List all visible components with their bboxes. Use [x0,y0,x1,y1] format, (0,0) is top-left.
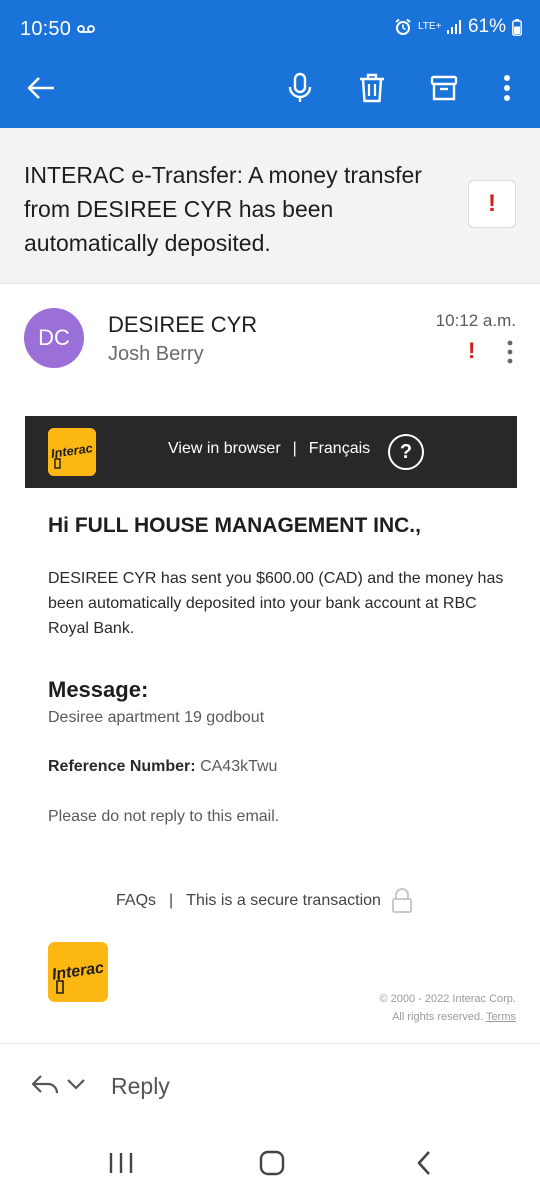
avatar[interactable]: DC [24,308,84,368]
back-chevron-icon [417,1151,430,1175]
dictate-button[interactable] [278,66,322,110]
view-in-browser-link[interactable]: View in browser [168,440,281,458]
message-more-button[interactable] [498,338,522,366]
secure-transaction-text: This is a secure transaction [186,892,381,909]
app-header: 10:50 LTE+ 61% [0,0,540,128]
faqs-link[interactable]: FAQs [116,892,156,910]
deposit-description: DESIREE CYR has sent you $600.00 (CAD) a… [48,570,504,637]
copyright-line: © 2000 - 2022 Interac Corp. [379,993,516,1005]
more-vert-icon [504,75,510,101]
message-time: 10:12 a.m. [435,311,516,330]
copyright-notice: © 2000 - 2022 Interac Corp. All rights r… [346,990,516,1026]
subject-area: INTERAC e-Transfer: A money transfer fro… [0,128,540,284]
footer-links: FAQs | This is a secure transaction [116,888,413,914]
high-importance-icon: ! [468,338,476,363]
more-options-button[interactable] [485,66,529,110]
archive-icon [430,75,458,101]
interac-logo-graphic: Interac [48,428,96,476]
status-time: 10:50 [20,18,72,40]
home-icon [259,1150,285,1176]
no-reply-notice: Please do not reply to this email. [48,808,280,825]
interac-logo-graphic: Interac [48,942,108,1002]
status-bar: 10:50 LTE+ 61% [0,0,540,60]
microphone-icon [288,72,312,102]
back-arrow-icon [27,77,54,99]
voicemail-icon [77,25,95,33]
back-nav-button[interactable] [400,1145,448,1181]
back-button[interactable] [19,66,63,110]
email-subject: INTERAC e-Transfer: A money transfer fro… [24,162,422,256]
alarm-icon [395,18,411,35]
recipient-name[interactable]: Josh Berry [108,343,204,366]
message-text: Desiree apartment 19 godbout [48,709,265,726]
more-vert-icon [507,340,513,364]
terms-link[interactable]: Terms [486,1011,516,1023]
recent-apps-icon [109,1153,133,1173]
help-button[interactable]: ? [388,434,424,470]
reference-value: CA43kTwu [200,758,278,775]
interac-footer-logo: Interac [48,942,108,1002]
chevron-down-icon [67,1079,85,1090]
exclamation-icon: ! [488,190,496,217]
reply-bar: Reply [0,1043,540,1131]
greeting: Hi FULL HOUSE MANAGEMENT INC., [48,514,421,537]
network-label: LTE+ [417,21,442,32]
recent-apps-button[interactable] [97,1145,145,1181]
reply-button[interactable]: Reply [111,1073,170,1100]
battery-percent: 61% [467,16,506,37]
email-toolbar [0,60,540,128]
signal-icon [446,20,461,34]
message-heading: Message: [48,677,149,702]
trash-icon [360,73,384,103]
system-navigation-bar [0,1131,540,1200]
battery-icon [512,18,522,36]
status-right: LTE+ 61% [394,16,522,38]
reply-options-button[interactable] [30,1072,86,1096]
reply-arrow-icon [31,1075,59,1094]
sender-name[interactable]: DESIREE CYR [108,312,257,338]
banner-separator: | [292,440,297,457]
rights-line: All rights reserved. Terms [346,1008,516,1026]
archive-button[interactable] [422,66,466,110]
interac-banner: Interac View in browser | Français ? [25,416,517,488]
reference-number: Reference Number: CA43kTwu [48,758,277,776]
home-button[interactable] [248,1145,296,1181]
reference-label: Reference Number: [48,758,196,775]
importance-flag-button[interactable]: ! [468,180,516,228]
french-language-link[interactable]: Français [309,440,370,458]
delete-button[interactable] [350,66,394,110]
banner-links: View in browser | Français [168,440,370,458]
rights-text: All rights reserved. [392,1011,484,1023]
interac-logo: Interac [48,428,96,476]
lock-icon [391,888,412,913]
footer-separator: | [169,892,174,909]
